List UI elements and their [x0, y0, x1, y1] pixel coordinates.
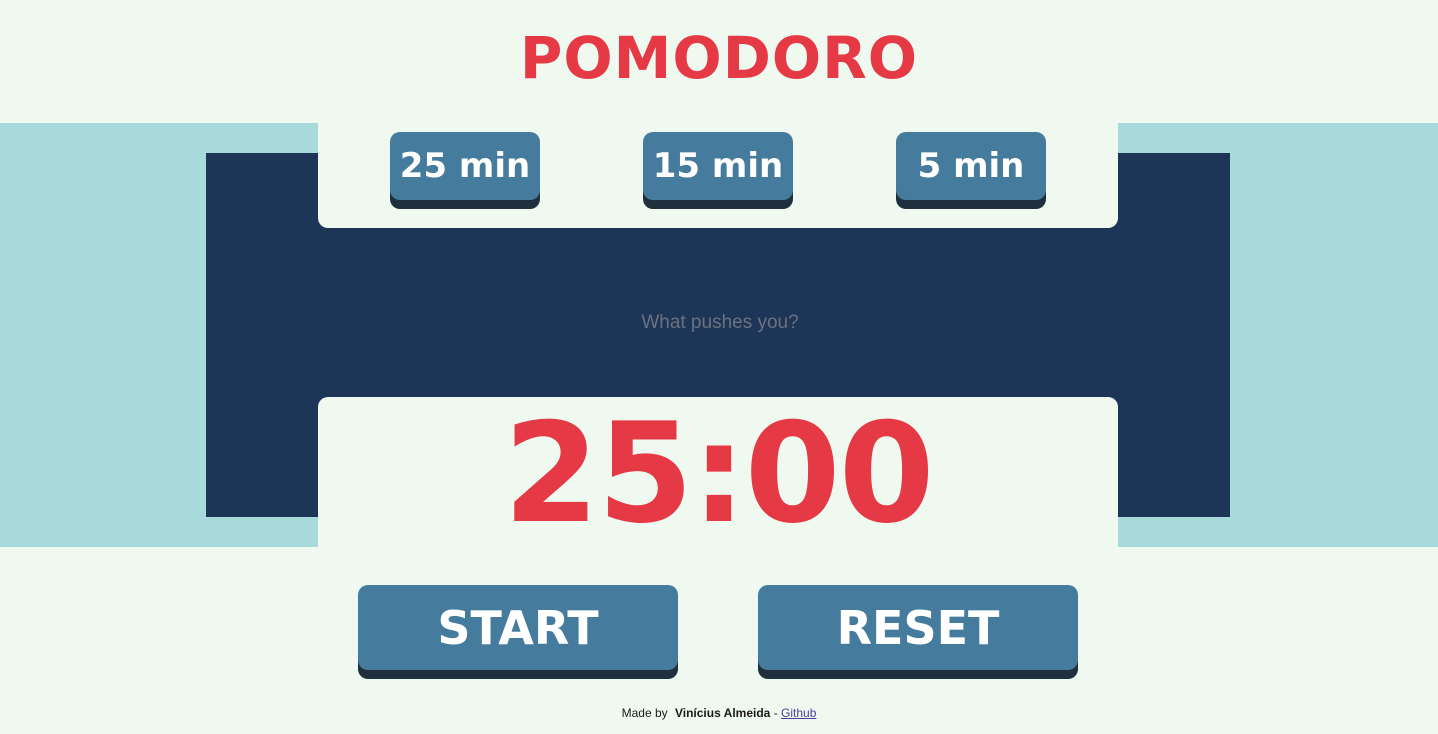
- footer-made-by: Made by: [621, 706, 668, 720]
- app-title: POMODORO: [519, 24, 919, 92]
- preset-25-button[interactable]: 25 min: [390, 132, 540, 200]
- footer-author: Vinícius Almeida: [674, 706, 771, 720]
- start-button[interactable]: START: [358, 585, 678, 670]
- preset-panel: 25 min 15 min 5 min: [318, 123, 1118, 228]
- timer-panel: 25:00: [318, 393, 1118, 554]
- preset-15-button[interactable]: 15 min: [643, 132, 793, 200]
- footer-separator: -: [773, 706, 778, 720]
- github-link[interactable]: Github: [781, 706, 816, 720]
- reset-button[interactable]: RESET: [758, 585, 1078, 670]
- timer-display: 25:00: [503, 393, 934, 554]
- motivation-input[interactable]: [518, 302, 922, 344]
- preset-5-button[interactable]: 5 min: [896, 132, 1046, 200]
- footer: Made by Vinícius Almeida - Github: [0, 706, 1438, 720]
